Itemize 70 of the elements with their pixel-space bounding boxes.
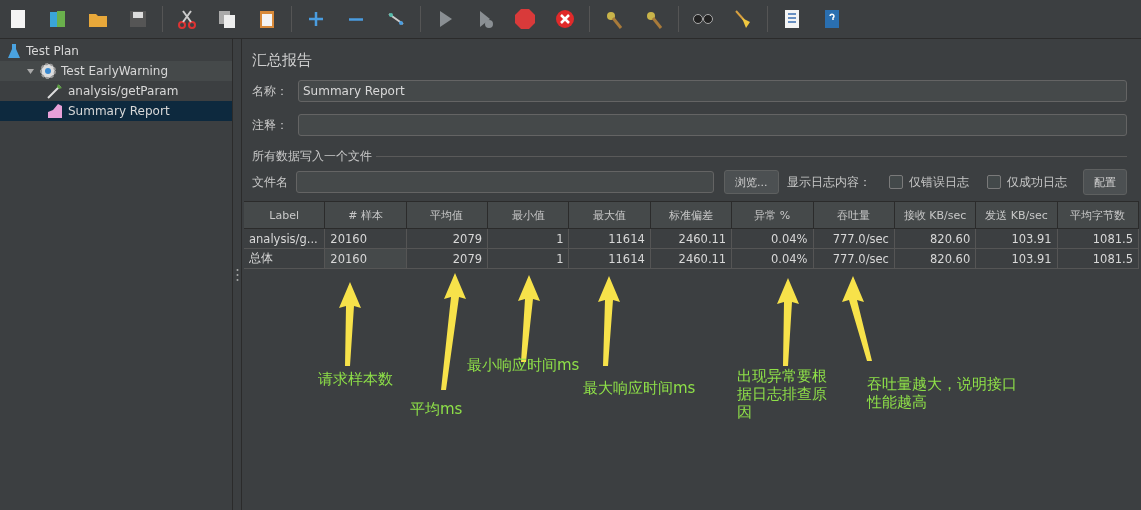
chart-icon: [46, 102, 64, 120]
scissors-icon: [176, 8, 198, 30]
table-cell: 20160: [325, 249, 407, 269]
table-cell: 820.60: [894, 249, 977, 269]
column-header[interactable]: Label: [244, 202, 326, 229]
splitter-handle-icon[interactable]: [235, 267, 239, 282]
column-header[interactable]: 异常 %: [732, 202, 814, 229]
table-cell: 11614: [569, 229, 651, 249]
browse-button[interactable]: 浏览...: [724, 170, 779, 194]
column-header[interactable]: 最小值: [488, 202, 570, 229]
column-header[interactable]: 平均字节数: [1057, 202, 1139, 229]
minus-icon: [349, 17, 363, 21]
table-cell: 103.91: [976, 249, 1058, 269]
table-cell: 103.91: [976, 229, 1058, 249]
binoculars-icon: [692, 13, 714, 25]
table-cell: 820.60: [894, 229, 977, 249]
table-cell: 777.0/sec: [813, 229, 895, 249]
annotation-text: 最小响应时间ms: [467, 356, 581, 374]
table-cell: 11614: [569, 249, 651, 269]
table-cell: 2079: [406, 249, 489, 269]
flask-icon: [6, 43, 22, 59]
tree-item[interactable]: Test Plan: [0, 41, 232, 61]
table-cell: 2460.11: [650, 249, 733, 269]
table-cell: analysis/g...: [244, 229, 326, 249]
checkbox[interactable]: [888, 175, 903, 189]
table-cell: 1081.5: [1057, 249, 1139, 269]
checkbox[interactable]: [986, 175, 1001, 189]
pipette-icon: [46, 82, 64, 100]
column-header[interactable]: 接收 KB/sec: [894, 202, 977, 229]
name-label: 名称：: [252, 82, 289, 100]
column-header[interactable]: 最大值: [569, 202, 651, 229]
section-title: 所有数据写入一个文件: [252, 148, 372, 165]
comment-label: 注释：: [252, 116, 289, 134]
close-icon: [554, 8, 576, 30]
tree-item[interactable]: analysis/getParam: [0, 81, 232, 101]
tree-item[interactable]: Summary Report: [0, 101, 232, 121]
column-header[interactable]: 发送 KB/sec: [976, 202, 1058, 229]
config-button[interactable]: 配置: [1083, 169, 1127, 195]
log-label: 显示日志内容：: [786, 173, 871, 191]
table-cell: 1: [488, 229, 570, 249]
column-header[interactable]: 平均值: [406, 202, 489, 229]
filename-field[interactable]: [296, 171, 714, 193]
name-field[interactable]: Summary Report: [298, 80, 1127, 102]
panel-title: 汇总报告: [251, 50, 313, 71]
copy-icon: [216, 8, 238, 30]
column-header[interactable]: 吞吐量: [813, 202, 895, 229]
annotation-text: 出现异常要根据日志排查原因: [737, 367, 828, 421]
table-cell: 1: [488, 249, 570, 269]
filename-label: 文件名: [252, 173, 288, 191]
table-cell: 0.04%: [732, 249, 814, 269]
annotation-text: 最大响应时间ms: [583, 379, 697, 397]
table-cell: 2460.11: [650, 229, 733, 249]
table-cell: 1081.5: [1057, 229, 1139, 249]
annotation-text: 吞吐量越大，说明接口性能越高: [867, 375, 1018, 411]
table-cell: 20160: [325, 229, 407, 249]
stop-icon: [514, 8, 536, 30]
annotation-text: 平均ms: [410, 400, 464, 418]
table-cell: 2079: [406, 229, 489, 249]
table-cell: 0.04%: [732, 229, 814, 249]
comment-field[interactable]: [298, 114, 1127, 136]
checkbox-label: 仅成功日志: [1006, 173, 1067, 191]
tree-item[interactable]: Test EarlyWarning: [0, 61, 232, 81]
checkbox-label: 仅错误日志: [908, 173, 969, 191]
caret-icon[interactable]: [26, 66, 35, 76]
column-header[interactable]: # 样本: [325, 202, 407, 229]
table-cell: 777.0/sec: [813, 249, 895, 269]
table-cell: 总体: [244, 249, 326, 269]
column-header[interactable]: 标准偏差: [650, 202, 733, 229]
gear-icon: [39, 62, 57, 80]
annotation-text: 请求样本数: [318, 370, 394, 388]
